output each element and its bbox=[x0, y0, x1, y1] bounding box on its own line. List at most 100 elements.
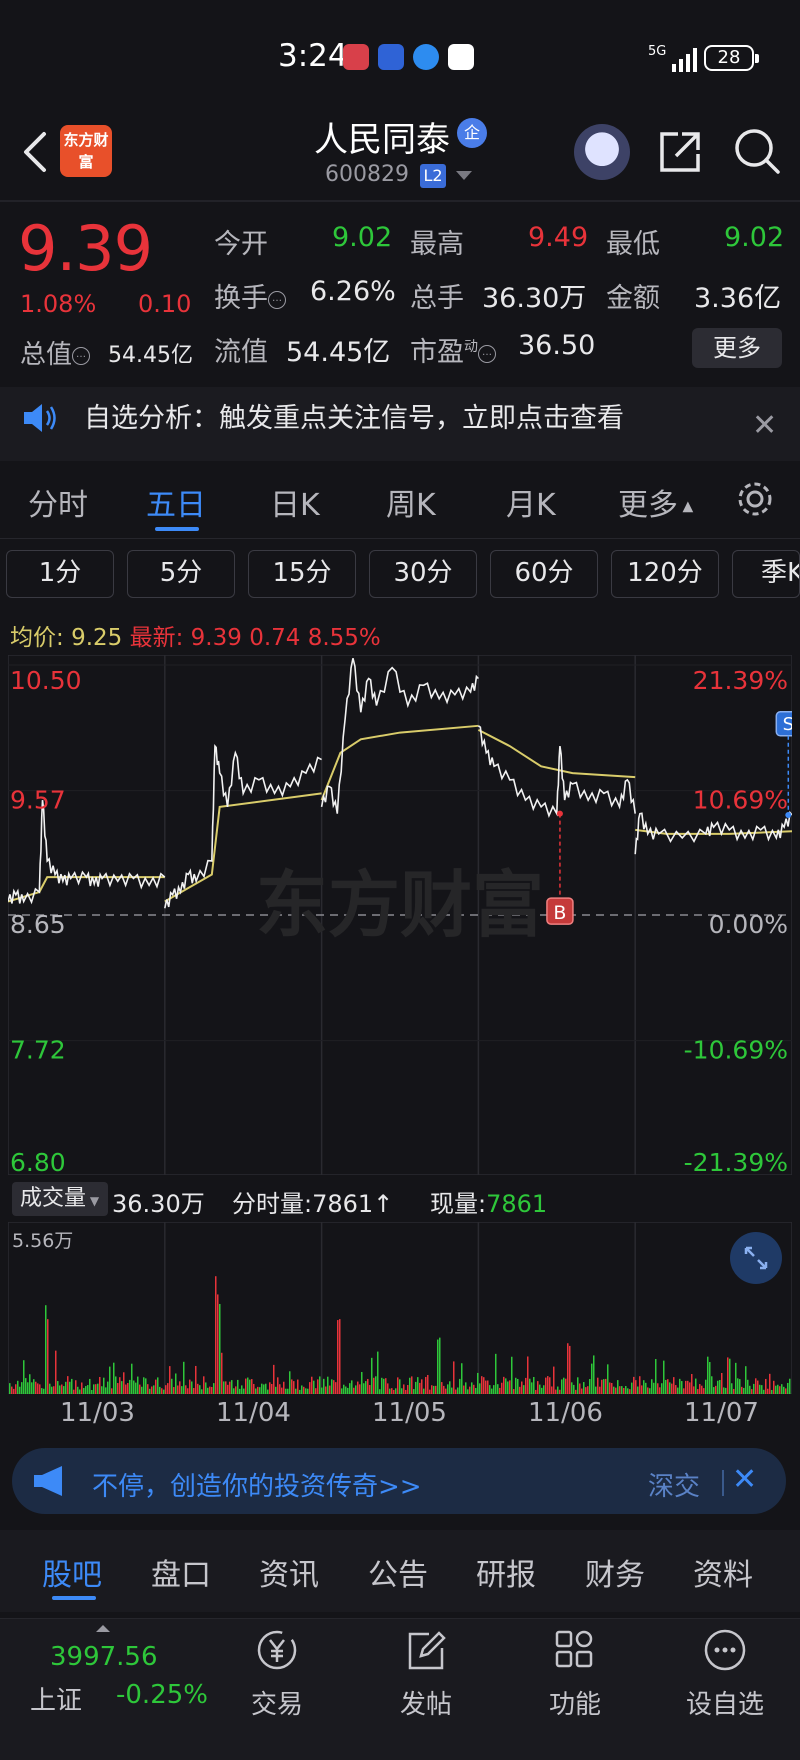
volume-bar bbox=[507, 1381, 509, 1394]
tab-forum[interactable]: 股吧 bbox=[42, 1550, 102, 1594]
search-icon[interactable] bbox=[732, 126, 782, 176]
volume-selector[interactable]: 成交量 ▼ bbox=[12, 1182, 108, 1216]
info-icon[interactable]: … bbox=[72, 346, 91, 365]
volume-bar bbox=[741, 1386, 743, 1394]
more-button[interactable]: 更多 bbox=[692, 328, 782, 368]
tab-daily-k[interactable]: 日K bbox=[270, 480, 320, 524]
date-label: 11/06 bbox=[528, 1398, 603, 1428]
tab-intraday[interactable]: 分时 bbox=[28, 480, 88, 524]
volume-bar bbox=[527, 1356, 529, 1394]
tab-profile[interactable]: 资料 bbox=[693, 1550, 753, 1594]
volume-bar bbox=[147, 1384, 149, 1394]
tab-weekly-k[interactable]: 周K bbox=[386, 480, 436, 524]
volume-bar bbox=[559, 1389, 561, 1394]
volume-bar bbox=[221, 1352, 223, 1394]
change-value: 0.10 bbox=[138, 290, 192, 318]
volume-bar bbox=[231, 1380, 233, 1394]
nav-post[interactable]: 发帖 bbox=[371, 1628, 481, 1721]
current-volume: 现量:7861 bbox=[430, 1190, 548, 1218]
volume-bar bbox=[195, 1365, 197, 1394]
tab-news[interactable]: 资讯 bbox=[259, 1550, 319, 1594]
info-icon[interactable]: … bbox=[268, 290, 286, 309]
volume-bar bbox=[401, 1388, 403, 1394]
volume-bar bbox=[613, 1386, 615, 1394]
divider bbox=[0, 200, 800, 202]
tab-research[interactable]: 研报 bbox=[476, 1550, 536, 1594]
volume-bar bbox=[379, 1389, 381, 1394]
volume-bar bbox=[351, 1380, 353, 1394]
volume-bar bbox=[291, 1379, 293, 1394]
ad-market-label[interactable]: 深交 bbox=[648, 1466, 700, 1503]
tab-orderbook[interactable]: 盘口 bbox=[151, 1550, 211, 1594]
interval-30m[interactable]: 30分 bbox=[369, 550, 477, 598]
notice-text[interactable]: 自选分析：触发重点关注信号，立即点击查看 bbox=[84, 396, 624, 435]
tab-monthly-k[interactable]: 月K bbox=[506, 480, 556, 524]
index-name[interactable]: 上证 bbox=[30, 1680, 82, 1717]
interval-120m[interactable]: 120分 bbox=[611, 550, 719, 598]
volume-chart[interactable] bbox=[8, 1222, 792, 1394]
volume-bar bbox=[639, 1376, 641, 1394]
volume-bar bbox=[669, 1382, 671, 1394]
expand-icon[interactable] bbox=[730, 1232, 782, 1284]
volume-bar bbox=[185, 1385, 187, 1394]
volume-bar bbox=[69, 1381, 71, 1394]
chevron-down-icon[interactable] bbox=[456, 171, 472, 180]
tab-five-day[interactable]: 五日 bbox=[146, 480, 206, 524]
interval-quarter-k[interactable]: 季K bbox=[732, 550, 800, 598]
index-value[interactable]: 3997.56 bbox=[50, 1642, 158, 1672]
volume-bar bbox=[679, 1378, 681, 1394]
back-icon[interactable] bbox=[16, 126, 56, 178]
volume-bar bbox=[729, 1358, 731, 1394]
volume-bar bbox=[223, 1381, 225, 1394]
nav-trade[interactable]: 交易 bbox=[222, 1628, 332, 1721]
interval-60m[interactable]: 60分 bbox=[490, 550, 598, 598]
interval-5m[interactable]: 5分 bbox=[127, 550, 235, 598]
volume-bar bbox=[549, 1377, 551, 1394]
eastmoney-logo[interactable]: 东方财富 bbox=[60, 125, 112, 177]
volume-bar bbox=[687, 1380, 689, 1394]
volume-bar bbox=[309, 1382, 311, 1394]
pe-value: 36.50 bbox=[518, 330, 596, 361]
volume-bar bbox=[391, 1388, 393, 1394]
gear-icon[interactable] bbox=[734, 478, 776, 520]
volume-bar bbox=[79, 1389, 81, 1394]
index-change[interactable]: -0.25% bbox=[116, 1680, 208, 1710]
price-axis-label: 7.72 bbox=[10, 1036, 66, 1065]
nav-add-watchlist[interactable]: 设自选 bbox=[670, 1628, 780, 1721]
info-icon[interactable]: … bbox=[478, 344, 496, 363]
volume-bar bbox=[197, 1383, 199, 1394]
volume-bar bbox=[515, 1377, 517, 1394]
volume-bar bbox=[737, 1378, 739, 1394]
stock-code[interactable]: 600829 bbox=[325, 162, 409, 187]
tab-more[interactable]: 更多 ▲ bbox=[618, 480, 693, 524]
nav-functions[interactable]: 功能 bbox=[520, 1628, 630, 1721]
volume-bar bbox=[581, 1388, 583, 1394]
volume-bar bbox=[499, 1387, 501, 1394]
tab-finance[interactable]: 财务 bbox=[585, 1550, 645, 1594]
volume-bar bbox=[119, 1377, 121, 1394]
stock-name[interactable]: 人民同泰 bbox=[314, 112, 450, 161]
volume-bar bbox=[449, 1381, 451, 1394]
volume-bar bbox=[253, 1383, 255, 1394]
volume-bar bbox=[267, 1389, 269, 1394]
volume-bar bbox=[547, 1376, 549, 1394]
interval-1m[interactable]: 1分 bbox=[6, 550, 114, 598]
volume-bar bbox=[181, 1386, 183, 1394]
volume-bar bbox=[655, 1359, 657, 1394]
level2-badge[interactable]: L2 bbox=[420, 164, 446, 188]
close-icon[interactable]: ✕ bbox=[752, 408, 777, 443]
ad-text[interactable]: 不停，创造你的投资传奇>> bbox=[92, 1466, 422, 1503]
interval-15m[interactable]: 15分 bbox=[248, 550, 356, 598]
volume-bar bbox=[63, 1386, 65, 1394]
robot-assistant-icon[interactable] bbox=[574, 124, 630, 180]
volume-bar bbox=[389, 1388, 391, 1394]
close-icon[interactable]: ✕ bbox=[732, 1462, 757, 1497]
volume-bar bbox=[165, 1385, 167, 1394]
volume-bar bbox=[125, 1384, 127, 1394]
low-value: 9.02 bbox=[724, 222, 785, 253]
high-label: 最高 bbox=[410, 229, 464, 260]
share-icon[interactable] bbox=[656, 128, 704, 176]
tab-announcements[interactable]: 公告 bbox=[368, 1550, 428, 1594]
battery-icon: 28 bbox=[704, 45, 754, 71]
price-chart[interactable]: 东方财富 10.50 9.57 8.65 7.72 6.80 21.39% 10.69% 0.… bbox=[8, 655, 792, 1175]
